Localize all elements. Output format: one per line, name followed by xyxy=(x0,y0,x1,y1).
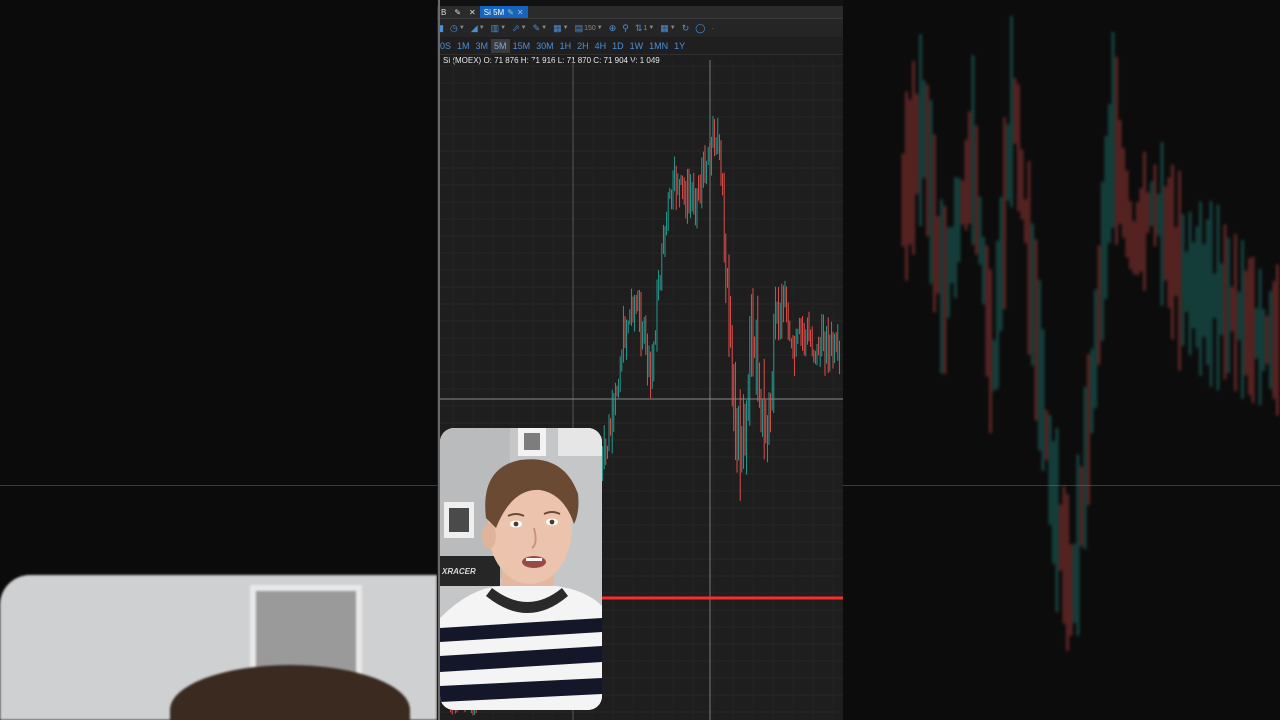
webcam-overlay: XRACER xyxy=(440,428,602,710)
background-right-blur xyxy=(843,0,1280,720)
background-candles-blur xyxy=(902,15,1279,651)
background-left-blur xyxy=(0,0,437,720)
chair-brand-text: XRACER xyxy=(441,567,476,576)
background-crosshair-line xyxy=(0,485,437,486)
background-webcam-blur xyxy=(0,575,437,720)
background-head xyxy=(170,665,410,720)
